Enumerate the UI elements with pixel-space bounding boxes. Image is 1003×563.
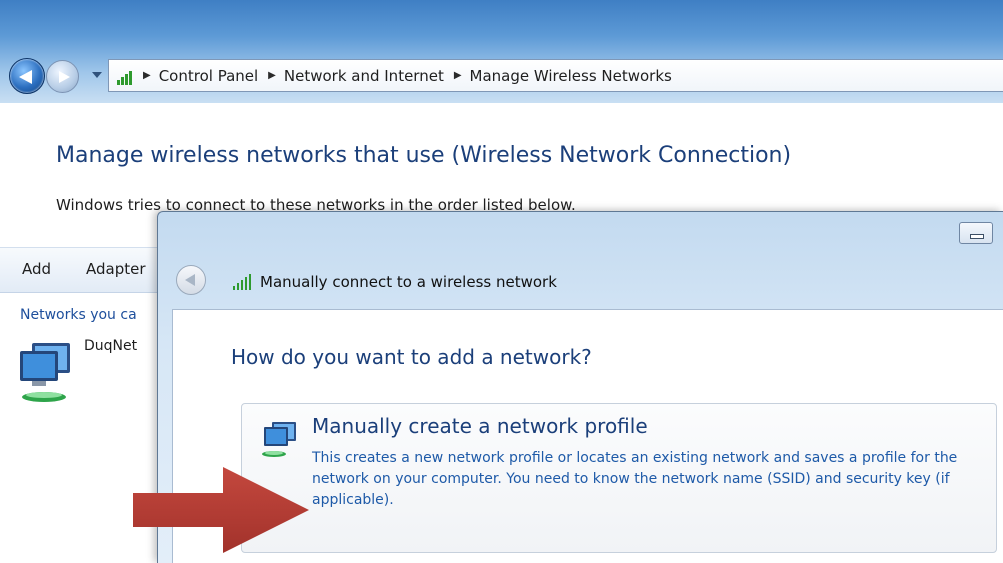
minimize-button[interactable] (959, 222, 993, 244)
manually-create-profile-option[interactable]: Manually create a network profile This c… (241, 403, 997, 553)
adapter-properties-button[interactable]: Adapter (86, 260, 146, 278)
option-title: Manually create a network profile (312, 414, 648, 438)
breadcrumb-network-and-internet[interactable]: Network and Internet (284, 67, 444, 85)
wireless-signal-icon (115, 67, 135, 85)
forward-button[interactable] (46, 60, 79, 93)
window-title-bar: ▶ Control Panel ▶ Network and Internet ▶… (0, 0, 1003, 103)
recent-pages-dropdown-icon[interactable] (92, 72, 102, 78)
wireless-signal-icon (231, 273, 255, 290)
red-arrow-icon (133, 467, 309, 553)
network-profile-icon (262, 422, 296, 457)
wireless-network-icon (20, 343, 70, 402)
breadcrumb-separator-icon: ▶ (143, 70, 151, 81)
option-description: This creates a new network profile or lo… (312, 450, 958, 508)
breadcrumb-control-panel[interactable]: Control Panel (159, 67, 258, 85)
page-title: Manage wireless networks that use (Wirel… (56, 143, 792, 168)
breadcrumb-separator-icon: ▶ (268, 70, 276, 81)
back-button[interactable] (9, 58, 45, 94)
dialog-question: How do you want to add a network? (231, 345, 592, 369)
add-button[interactable]: Add (22, 260, 51, 278)
address-bar[interactable]: ▶ Control Panel ▶ Network and Internet ▶… (108, 59, 1003, 92)
network-item-name[interactable]: DuqNet (84, 338, 137, 354)
dialog-title: Manually connect to a wireless network (260, 273, 557, 291)
breadcrumb-separator-icon: ▶ (453, 70, 462, 81)
networks-list-label: Networks you ca (20, 307, 137, 323)
breadcrumb-manage-wireless-networks[interactable]: Manage Wireless Networks (470, 67, 672, 85)
dialog-back-button[interactable] (176, 265, 206, 295)
